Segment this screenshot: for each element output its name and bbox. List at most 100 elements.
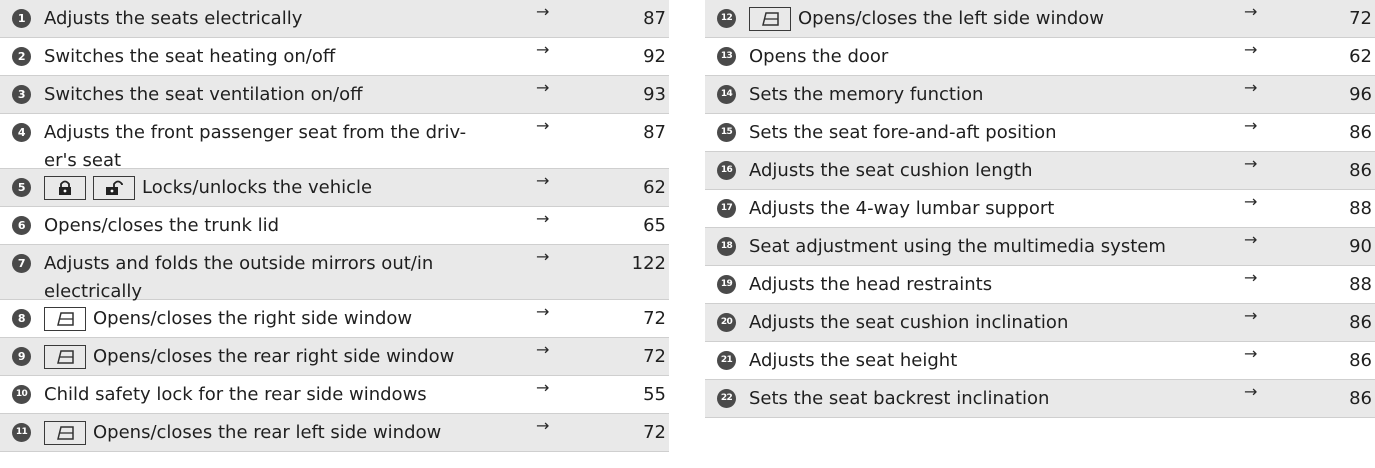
right-column: 12 Opens/closes the left side window → 72 13… bbox=[705, 0, 1375, 418]
item-number-badge: 12 bbox=[717, 9, 736, 28]
item-description: Locks/unlocks the vehicle bbox=[44, 174, 372, 202]
arrow-right-icon: → bbox=[1244, 78, 1258, 97]
arrow-right-icon: → bbox=[536, 171, 550, 190]
item-description-line: Sets the seat fore-and-aft position bbox=[749, 119, 1057, 147]
item-number-badge: 15 bbox=[717, 123, 736, 142]
page-reference[interactable]: 72 bbox=[1322, 5, 1372, 33]
item-text: Switches the seat ventilation on/off bbox=[44, 84, 363, 105]
page-reference[interactable]: 65 bbox=[616, 212, 666, 240]
arrow-right-icon: → bbox=[1244, 2, 1258, 21]
list-item: 6 Opens/closes the trunk lid → 65 bbox=[0, 207, 669, 245]
item-description-line: Adjusts the 4-way lumbar support bbox=[749, 195, 1054, 223]
page-reference[interactable]: 86 bbox=[1322, 119, 1372, 147]
item-description-line: Adjusts the seat cushion length bbox=[749, 157, 1033, 185]
item-description: Adjusts the seat cushion inclination bbox=[749, 309, 1068, 337]
item-text: Adjusts the head restraints bbox=[749, 274, 993, 295]
list-item: 5 Locks/unlocks the vehicle → 62 bbox=[0, 169, 669, 207]
list-item: 14 Sets the memory function → 96 bbox=[705, 76, 1375, 114]
arrow-right-icon: → bbox=[536, 378, 550, 397]
arrow-right-icon: → bbox=[1244, 116, 1258, 135]
arrow-right-icon: → bbox=[536, 2, 550, 21]
item-text: Opens the door bbox=[749, 46, 889, 67]
item-text: Opens/closes the trunk lid bbox=[44, 215, 280, 236]
list-item: 7 Adjusts and folds the outside mirrors o… bbox=[0, 245, 669, 302]
item-number-badge: 22 bbox=[717, 389, 736, 408]
page-reference[interactable]: 87 bbox=[616, 5, 666, 33]
page-reference[interactable]: 62 bbox=[1322, 43, 1372, 71]
page-reference[interactable]: 88 bbox=[1322, 195, 1372, 223]
list-item: 11 Opens/closes the rear left side window… bbox=[0, 414, 669, 452]
item-number-badge: 10 bbox=[12, 385, 31, 404]
page-reference[interactable]: 122 bbox=[616, 250, 666, 278]
arrow-right-icon: → bbox=[1244, 344, 1258, 363]
item-description: Adjusts and folds the outside mirrors ou… bbox=[44, 250, 433, 306]
item-text: Adjusts the seat cushion inclination bbox=[749, 312, 1069, 333]
item-number-badge: 11 bbox=[12, 423, 31, 442]
page-reference[interactable]: 55 bbox=[616, 381, 666, 409]
item-text: Opens/closes the right side window bbox=[93, 308, 413, 329]
page-reference[interactable]: 87 bbox=[616, 119, 666, 147]
item-text: Switches the seat heating on/off bbox=[44, 46, 336, 67]
page-reference[interactable]: 86 bbox=[1322, 347, 1372, 375]
list-item: 1 Adjusts the seats electrically → 87 bbox=[0, 0, 669, 38]
item-description: Opens/closes the right side window bbox=[44, 305, 412, 333]
list-item: 17 Adjusts the 4-way lumbar support → 88 bbox=[705, 190, 1375, 228]
item-text: Opens/closes the rear right side window bbox=[93, 346, 455, 367]
item-text: Adjusts the 4-way lumbar support bbox=[749, 198, 1055, 219]
item-description: Opens the door bbox=[749, 43, 888, 71]
list-item: 8 Opens/closes the right side window → 72 bbox=[0, 300, 669, 338]
arrow-right-icon: → bbox=[536, 40, 550, 59]
item-number-badge: 8 bbox=[12, 309, 31, 328]
list-item: 16 Adjusts the seat cushion length → 86 bbox=[705, 152, 1375, 190]
item-description-line: Adjusts the seat cushion inclination bbox=[749, 309, 1068, 337]
item-description-line: Adjusts the front passenger seat from th… bbox=[44, 119, 466, 147]
list-item: 21 Adjusts the seat height → 86 bbox=[705, 342, 1375, 380]
page-reference[interactable]: 93 bbox=[616, 81, 666, 109]
item-description-line: Opens/closes the trunk lid bbox=[44, 212, 279, 240]
item-description-line: Opens/closes the rear right side window bbox=[44, 343, 454, 371]
page-reference[interactable]: 72 bbox=[616, 305, 666, 333]
page-reference[interactable]: 86 bbox=[1322, 309, 1372, 337]
item-description-line: Switches the seat ventilation on/off bbox=[44, 81, 363, 109]
item-description: Switches the seat heating on/off bbox=[44, 43, 335, 71]
page-reference[interactable]: 96 bbox=[1322, 81, 1372, 109]
list-item: 2 Switches the seat heating on/off → 92 bbox=[0, 38, 669, 76]
item-description: Adjusts the front passenger seat from th… bbox=[44, 119, 466, 175]
item-description: Opens/closes the left side window bbox=[749, 5, 1104, 33]
page-reference[interactable]: 90 bbox=[1322, 233, 1372, 261]
page-reference[interactable]: 72 bbox=[616, 419, 666, 447]
item-description: Adjusts the seat height bbox=[749, 347, 957, 375]
window-icon bbox=[749, 7, 791, 31]
window-icon bbox=[44, 421, 86, 445]
window-icon bbox=[44, 345, 86, 369]
item-text: Adjusts and folds the outside mirrors ou… bbox=[44, 253, 434, 274]
item-description: Adjusts the 4-way lumbar support bbox=[749, 195, 1054, 223]
lock-icon bbox=[44, 176, 86, 200]
arrow-right-icon: → bbox=[536, 340, 550, 359]
list-item: 12 Opens/closes the left side window → 72 bbox=[705, 0, 1375, 38]
item-number-badge: 21 bbox=[717, 351, 736, 370]
item-text: Sets the memory function bbox=[749, 84, 984, 105]
item-text: Adjusts the front passenger seat from th… bbox=[44, 122, 467, 143]
item-number-badge: 18 bbox=[717, 237, 736, 256]
page-reference[interactable]: 86 bbox=[1322, 157, 1372, 185]
item-number-badge: 2 bbox=[12, 47, 31, 66]
page-reference[interactable]: 86 bbox=[1322, 385, 1372, 413]
list-item: 9 Opens/closes the rear right side window… bbox=[0, 338, 669, 376]
item-description-line: Opens/closes the rear left side window bbox=[44, 419, 441, 447]
arrow-right-icon: → bbox=[1244, 154, 1258, 173]
item-text: Opens/closes the left side window bbox=[798, 8, 1105, 29]
page-reference[interactable]: 62 bbox=[616, 174, 666, 202]
item-number-badge: 7 bbox=[12, 254, 31, 273]
arrow-right-icon: → bbox=[1244, 192, 1258, 211]
page-reference[interactable]: 72 bbox=[616, 343, 666, 371]
item-number-badge: 19 bbox=[717, 275, 736, 294]
item-description-line: Adjusts the head restraints bbox=[749, 271, 992, 299]
list-item: 10 Child safety lock for the rear side wi… bbox=[0, 376, 669, 414]
item-text: Adjusts the seat cushion length bbox=[749, 160, 1033, 181]
list-item: 19 Adjusts the head restraints → 88 bbox=[705, 266, 1375, 304]
item-number-badge: 4 bbox=[12, 123, 31, 142]
item-description-line: Seat adjustment using the multimedia sys… bbox=[749, 233, 1166, 261]
page-reference[interactable]: 88 bbox=[1322, 271, 1372, 299]
page-reference[interactable]: 92 bbox=[616, 43, 666, 71]
